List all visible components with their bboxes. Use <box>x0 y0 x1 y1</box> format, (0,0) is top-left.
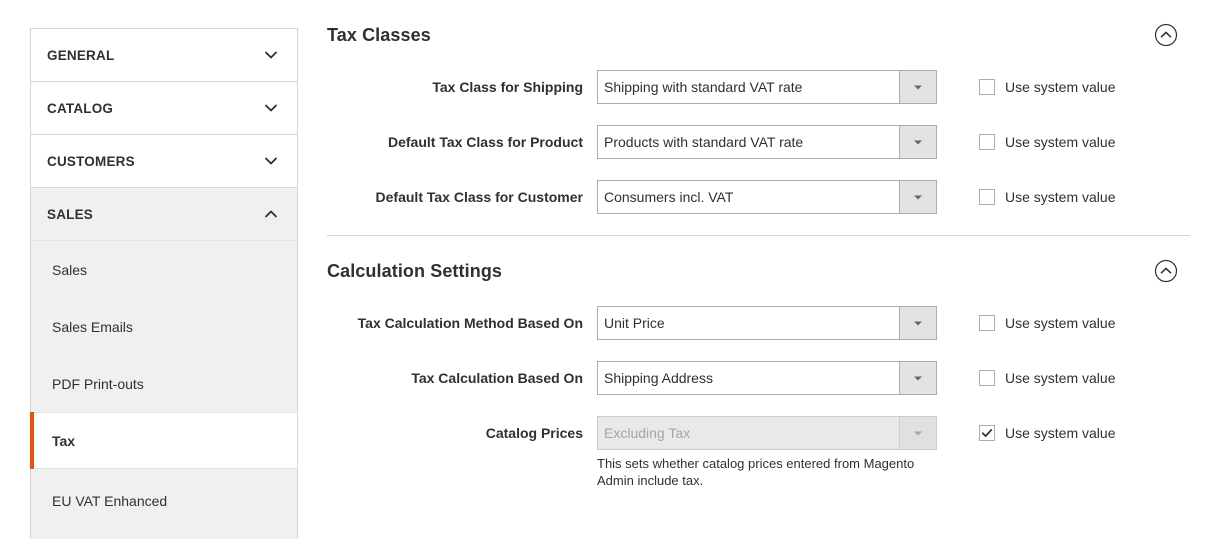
chevron-down-icon <box>263 153 279 169</box>
select-value: Products with standard VAT rate <box>604 134 804 150</box>
checkbox-use-system-value[interactable] <box>979 425 995 441</box>
field-help-text: This sets whether catalog prices entered… <box>597 456 915 488</box>
use-system-value-toggle[interactable]: Use system value <box>979 125 1115 159</box>
select-default-tax-class-for-product[interactable]: Products with standard VAT rate <box>597 125 937 159</box>
sidebar-item-label: EU VAT Enhanced <box>52 493 168 509</box>
sidebar-section-label: CATALOG <box>47 100 114 116</box>
section-header-tax-classes: Tax Classes <box>327 0 1192 70</box>
form-rows-tax-classes: Tax Class for Shipping Shipping with sta… <box>327 70 1192 214</box>
chevron-down-icon[interactable] <box>899 181 936 213</box>
section-header-calculation-settings: Calculation Settings <box>327 236 1192 306</box>
sidebar-section-catalog[interactable]: CATALOG <box>31 82 297 135</box>
chevron-down-icon[interactable] <box>899 126 936 158</box>
checkbox-use-system-value[interactable] <box>979 134 995 150</box>
use-system-value-toggle[interactable]: Use system value <box>979 306 1115 340</box>
sidebar-item-eu-vat-enhanced[interactable]: EU VAT Enhanced <box>31 469 297 539</box>
sidebar-section-general[interactable]: GENERAL <box>31 29 297 82</box>
checkbox-use-system-value[interactable] <box>979 315 995 331</box>
chevron-up-circle-icon[interactable] <box>1154 23 1178 47</box>
select-value: Consumers incl. VAT <box>604 189 734 205</box>
chevron-down-icon <box>899 417 936 449</box>
chevron-down-icon <box>263 100 279 116</box>
field-label: Tax Calculation Based On <box>411 370 583 386</box>
checkbox-use-system-value[interactable] <box>979 79 995 95</box>
chevron-down-icon[interactable] <box>899 71 936 103</box>
use-system-value-label: Use system value <box>1005 189 1116 205</box>
select-tax-calculation-based-on[interactable]: Shipping Address <box>597 361 937 395</box>
sidebar-section-label: GENERAL <box>47 47 115 63</box>
use-system-value-label: Use system value <box>1005 315 1116 331</box>
sidebar-section-label: CUSTOMERS <box>47 153 135 169</box>
field-row-tax-calculation-method-based-on: Tax Calculation Method Based On Unit Pri… <box>327 306 1192 340</box>
field-control: Shipping with standard VAT rate <box>597 70 937 104</box>
select-value: Unit Price <box>604 315 665 331</box>
field-label: Default Tax Class for Product <box>387 134 583 150</box>
field-label: Tax Calculation Method Based On <box>357 315 583 331</box>
use-system-value-label: Use system value <box>1005 370 1116 386</box>
use-system-value-label: Use system value <box>1005 134 1116 150</box>
use-system-value-label: Use system value <box>1005 425 1116 441</box>
chevron-up-circle-icon[interactable] <box>1154 259 1178 283</box>
field-control: Excluding Tax This sets whether catalog … <box>597 416 937 489</box>
sidebar-item-tax[interactable]: Tax <box>30 412 297 469</box>
checkbox-use-system-value[interactable] <box>979 189 995 205</box>
sidebar-item-label: Sales Emails <box>52 318 133 335</box>
use-system-value-label: Use system value <box>1005 79 1116 95</box>
use-system-value-toggle[interactable]: Use system value <box>979 70 1115 104</box>
page-title: Tax Classes <box>327 24 431 45</box>
chevron-up-icon <box>263 206 279 222</box>
sidebar-item-sales[interactable]: Sales <box>31 241 297 298</box>
checkbox-use-system-value[interactable] <box>979 370 995 386</box>
select-tax-class-for-shipping[interactable]: Shipping with standard VAT rate <box>597 70 937 104</box>
select-tax-calculation-method-based-on[interactable]: Unit Price <box>597 306 937 340</box>
sidebar-section-label: SALES <box>47 206 94 222</box>
select-catalog-prices: Excluding Tax <box>597 416 937 450</box>
field-row-tax-class-for-shipping: Tax Class for Shipping Shipping with sta… <box>327 70 1192 104</box>
field-control: Products with standard VAT rate <box>597 125 937 159</box>
sidebar-subitems: Sales Sales Emails PDF Print-outs Tax EU… <box>30 241 297 539</box>
sidebar-item-label: Sales <box>52 261 88 278</box>
section-title: Calculation Settings <box>327 260 503 281</box>
field-label: Default Tax Class for Customer <box>375 189 583 205</box>
sidebar-section-customers[interactable]: CUSTOMERS <box>31 135 297 188</box>
field-row-default-tax-class-for-product: Default Tax Class for Product Products w… <box>327 125 1192 159</box>
use-system-value-toggle[interactable]: Use system value <box>979 361 1115 395</box>
use-system-value-toggle[interactable]: Use system value <box>979 416 1115 450</box>
use-system-value-toggle[interactable]: Use system value <box>979 180 1115 214</box>
field-row-default-tax-class-for-customer: Default Tax Class for Customer Consumers… <box>327 180 1192 214</box>
select-value: Shipping Address <box>604 370 713 386</box>
chevron-down-icon[interactable] <box>899 362 936 394</box>
select-default-tax-class-for-customer[interactable]: Consumers incl. VAT <box>597 180 937 214</box>
sidebar-item-label: Tax <box>52 432 76 449</box>
sidebar-item-sales-emails[interactable]: Sales Emails <box>31 298 297 355</box>
field-label: Tax Class for Shipping <box>432 79 583 95</box>
field-control: Shipping Address <box>597 361 937 395</box>
chevron-down-icon <box>263 47 279 63</box>
sidebar-item-label: PDF Print-outs <box>52 375 144 392</box>
chevron-down-icon[interactable] <box>899 307 936 339</box>
field-control: Consumers incl. VAT <box>597 180 937 214</box>
field-label: Catalog Prices <box>485 425 583 441</box>
select-value: Excluding Tax <box>604 425 691 441</box>
field-row-catalog-prices: Catalog Prices Excluding Tax This sets w… <box>327 416 1192 489</box>
config-content: Tax Classes Tax Class for Shipping Shipp… <box>327 0 1192 510</box>
config-sidebar: GENERAL CATALOG CUSTOMERS SALES Sales Sa… <box>30 28 298 539</box>
form-rows-calculation-settings: Tax Calculation Method Based On Unit Pri… <box>327 306 1192 489</box>
sidebar-section-sales[interactable]: SALES <box>31 188 297 241</box>
sidebar-item-pdf-print-outs[interactable]: PDF Print-outs <box>31 355 297 412</box>
select-value: Shipping with standard VAT rate <box>604 79 803 95</box>
field-row-tax-calculation-based-on: Tax Calculation Based On Shipping Addres… <box>327 361 1192 395</box>
field-control: Unit Price <box>597 306 937 340</box>
